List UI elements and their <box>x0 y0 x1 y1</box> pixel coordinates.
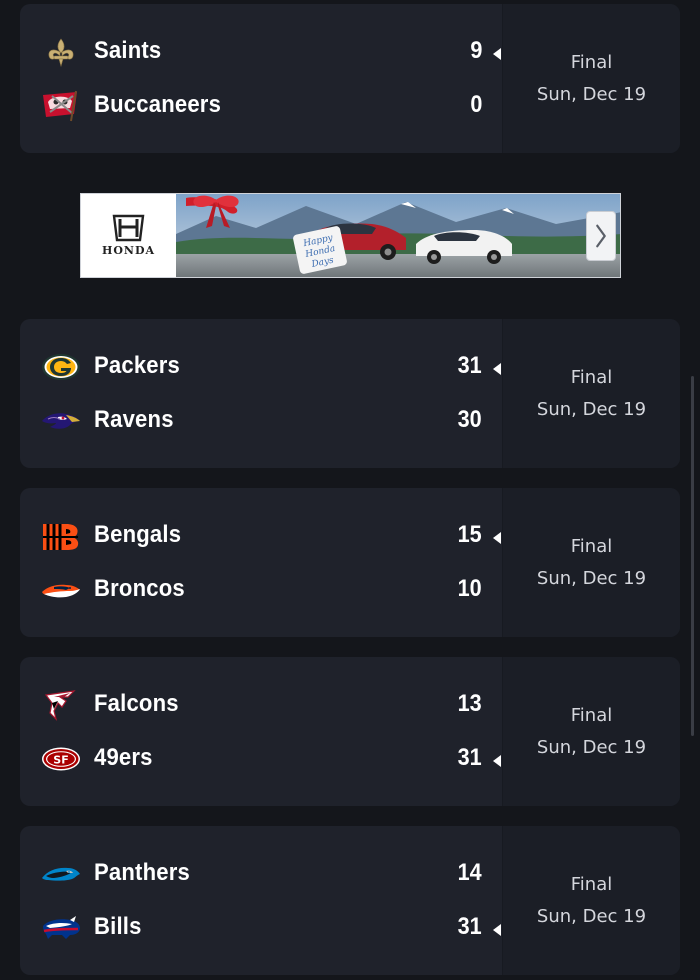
saints-fleur-de-lis-icon <box>40 36 82 68</box>
49ers-oval-icon: SF <box>40 743 82 775</box>
winner-arrow-icon <box>493 924 501 936</box>
team-row-home: Packers 31 <box>20 347 502 387</box>
team-score: 14 <box>457 859 482 886</box>
scrollbar[interactable] <box>691 376 694 736</box>
team-name: Bengals <box>94 521 182 548</box>
team-name: Packers <box>94 352 181 379</box>
winner-arrow-icon <box>493 532 501 544</box>
game-status-column: Final Sun, Dec 19 <box>502 4 680 153</box>
chevron-right-icon <box>596 224 606 248</box>
winner-arrow-icon <box>493 755 501 767</box>
team-score: 31 <box>457 744 482 771</box>
team-name: Broncos <box>94 575 185 602</box>
game-status-column: Final Sun, Dec 19 <box>502 826 680 975</box>
team-name: Panthers <box>94 859 190 886</box>
team-row-home: Saints 9 <box>20 32 502 72</box>
team-score: 15 <box>457 521 482 548</box>
game-date: Sun, Dec 19 <box>536 906 647 927</box>
team-score: 13 <box>457 690 482 717</box>
team-name: Falcons <box>94 690 179 717</box>
team-score: 0 <box>469 91 482 118</box>
game-status-column: Final Sun, Dec 19 <box>502 319 680 468</box>
game-status: Final <box>570 367 613 388</box>
bills-buffalo-icon <box>40 912 82 944</box>
buccaneers-flag-icon <box>40 90 82 122</box>
ad-logo-area: HONDA <box>81 194 176 277</box>
game-date: Sun, Dec 19 <box>536 84 647 105</box>
game-status: Final <box>570 705 613 726</box>
team-row-away: Ravens 30 <box>20 401 502 441</box>
ad-brand: HONDA <box>101 244 156 257</box>
team-row-home: Falcons 13 <box>20 685 502 725</box>
team-name: 49ers <box>94 744 153 771</box>
game-card[interactable]: Bengals 15 Broncos 10 Final Sun, Dec 19 <box>20 488 680 637</box>
game-status: Final <box>570 536 613 557</box>
team-name: Ravens <box>94 406 174 433</box>
team-name: Bills <box>94 913 142 940</box>
team-score: 30 <box>457 406 482 433</box>
svg-text:SF: SF <box>53 754 68 767</box>
team-score: 31 <box>457 352 482 379</box>
game-card[interactable]: Saints 9 Buccaneers 0 Final Sun, Dec 19 <box>20 4 680 153</box>
team-row-away: Bills 31 <box>20 908 502 948</box>
team-score: 31 <box>457 913 482 940</box>
team-score: 10 <box>457 575 482 602</box>
game-status: Final <box>570 874 613 895</box>
falcons-bird-icon <box>40 689 82 721</box>
team-name: Saints <box>94 37 162 64</box>
team-name: Buccaneers <box>94 91 222 118</box>
team-row-home: Bengals 15 <box>20 516 502 556</box>
game-card[interactable]: Falcons 13 SF 49ers 31 Final Sun, Dec 19 <box>20 657 680 806</box>
game-status-column: Final Sun, Dec 19 <box>502 488 680 637</box>
panthers-head-icon <box>40 858 82 890</box>
packers-g-icon <box>40 351 82 383</box>
honda-h-logo <box>112 214 145 242</box>
ad-image: Happy Honda Days <box>176 194 620 277</box>
team-row-away: Broncos 10 <box>20 570 502 610</box>
game-date: Sun, Dec 19 <box>536 399 647 420</box>
winner-arrow-icon <box>493 48 501 60</box>
team-row-away: Buccaneers 0 <box>20 86 502 126</box>
honda-ad-banner[interactable]: HONDA Happy Honda Days <box>80 193 621 278</box>
game-card[interactable]: Panthers 14 Bills 31 Final Sun, Dec 19 <box>20 826 680 975</box>
ravens-head-icon <box>40 405 82 437</box>
game-card[interactable]: Packers 31 Ravens 30 Final Sun, Dec 19 <box>20 319 680 468</box>
game-status-column: Final Sun, Dec 19 <box>502 657 680 806</box>
ad-next-button[interactable] <box>586 211 616 261</box>
team-score: 9 <box>469 37 482 64</box>
team-row-home: Panthers 14 <box>20 854 502 894</box>
game-date: Sun, Dec 19 <box>536 568 647 589</box>
game-date: Sun, Dec 19 <box>536 737 647 758</box>
game-status: Final <box>570 52 613 73</box>
winner-arrow-icon <box>493 363 501 375</box>
broncos-horse-icon <box>40 574 82 606</box>
team-row-away: SF 49ers 31 <box>20 739 502 779</box>
bengals-b-icon <box>40 520 82 552</box>
